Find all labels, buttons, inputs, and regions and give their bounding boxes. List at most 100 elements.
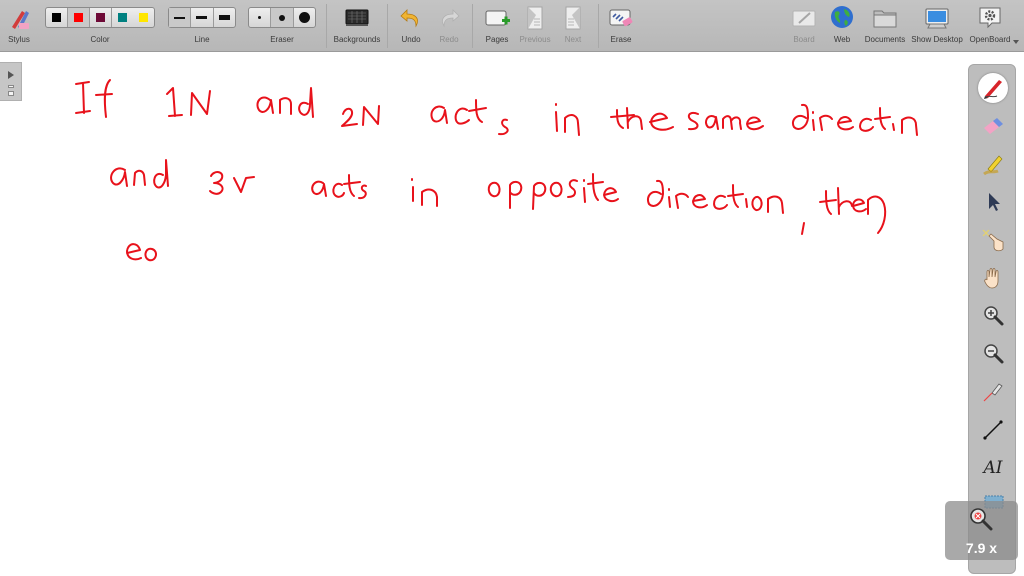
stylus-button[interactable]: Stylus <box>0 0 38 52</box>
line-thin-button[interactable] <box>169 8 192 27</box>
word-direction <box>792 103 918 136</box>
marker-tool-button[interactable] <box>978 149 1008 179</box>
toolbar-divider <box>326 4 327 48</box>
color-swatch-teal[interactable] <box>112 8 133 27</box>
backgrounds-icon <box>345 9 369 26</box>
color-swatch-red[interactable] <box>68 8 90 27</box>
zoom-in-tool-button[interactable] <box>978 301 1008 331</box>
page-thumbnail-icon <box>8 85 14 88</box>
zoom-magnifier-icon <box>970 508 993 531</box>
pages-button[interactable]: Pages <box>480 0 514 52</box>
thick-line-icon <box>218 15 230 20</box>
undo-button[interactable]: Undo <box>394 0 428 52</box>
board-canvas[interactable] <box>22 53 962 576</box>
text-tool-button[interactable]: AI <box>978 453 1008 483</box>
line-medium-button[interactable] <box>191 8 214 27</box>
line-tool-button[interactable] <box>978 415 1008 445</box>
folder-icon <box>873 10 897 28</box>
hand-tool-button[interactable] <box>978 263 1008 293</box>
eraser-medium-button[interactable] <box>271 8 294 27</box>
interact-tool-button[interactable] <box>978 225 1008 255</box>
web-label: Web <box>833 35 851 44</box>
word-if <box>75 79 113 118</box>
eraser-size-picker <box>248 7 316 28</box>
expand-arrow-icon <box>8 71 14 79</box>
gear-icon <box>979 7 1001 29</box>
small-dot-icon <box>258 16 262 19</box>
page-thumbnails-toggle[interactable] <box>0 62 22 101</box>
selector-tool-button[interactable] <box>978 187 1008 217</box>
color-swatch-black[interactable] <box>46 8 68 27</box>
redo-icon <box>442 9 460 28</box>
toolbar-divider <box>598 4 599 48</box>
word-3n <box>209 171 255 195</box>
erase-board-icon <box>609 9 633 27</box>
eraser-small-button[interactable] <box>249 8 272 27</box>
show-desktop-button[interactable]: Show Desktop <box>910 0 964 52</box>
word-and <box>256 87 314 118</box>
color-picker <box>45 7 155 28</box>
add-page-icon <box>485 10 510 26</box>
backgrounds-label: Backgrounds <box>333 35 381 44</box>
color-swatch-maroon[interactable] <box>90 8 112 27</box>
medium-line-icon <box>196 16 208 19</box>
eraser-large-button[interactable] <box>294 8 315 27</box>
word-opposite <box>487 173 619 210</box>
swatch-icon <box>139 13 148 22</box>
undo-icon <box>400 9 418 28</box>
stylus-label: Stylus <box>8 35 30 44</box>
word-in-2 <box>411 178 438 207</box>
redo-button[interactable]: Redo <box>432 0 466 52</box>
color-swatch-yellow[interactable] <box>133 8 154 27</box>
word-the <box>610 107 674 131</box>
word-same <box>687 111 764 131</box>
word-acts-2 <box>311 174 367 200</box>
handwriting-line-2 <box>555 103 918 136</box>
next-label: Next <box>564 35 582 44</box>
swatch-icon <box>118 13 127 22</box>
toolbar-divider <box>387 4 388 48</box>
word-in <box>555 103 580 136</box>
color-label: Color <box>90 35 110 44</box>
line-thick-button[interactable] <box>214 8 235 27</box>
zoom-level-indicator: 7.9 x <box>945 501 1018 560</box>
laser-pointer-tool-button[interactable] <box>978 377 1008 407</box>
zoom-out-tool-button[interactable] <box>978 339 1008 369</box>
zoom-out-icon <box>984 344 1004 364</box>
pen-tool-button[interactable] <box>978 73 1008 103</box>
line-group: Line <box>168 0 236 52</box>
pen-icon <box>984 80 1002 99</box>
stylus-icon <box>12 11 29 29</box>
backgrounds-button[interactable]: Backgrounds <box>330 0 384 52</box>
pages-label: Pages <box>485 35 509 44</box>
text-icon: AI <box>983 458 1003 478</box>
highlighter-icon <box>983 155 1003 176</box>
page-thumbnail-icon <box>8 91 14 96</box>
openboard-button[interactable]: OpenBoard <box>966 0 1014 52</box>
previous-label: Previous <box>519 35 551 44</box>
show-desktop-label: Show Desktop <box>911 35 963 44</box>
previous-page-icon <box>527 6 543 30</box>
eraser-tool-button[interactable] <box>978 111 1008 141</box>
hand-icon <box>984 268 999 289</box>
zoom-in-icon <box>984 306 1004 326</box>
web-button[interactable]: Web <box>826 0 858 52</box>
line-width-picker <box>168 7 236 28</box>
word-and-2 <box>110 159 169 189</box>
handwriting-layer <box>75 79 918 262</box>
documents-button[interactable]: Documents <box>862 0 908 52</box>
erase-label: Erase <box>610 35 632 44</box>
board-button[interactable]: Board <box>788 0 820 52</box>
thin-line-icon <box>174 16 186 19</box>
erase-board-button[interactable]: Erase <box>604 0 638 52</box>
eraser-icon <box>984 118 1003 134</box>
word-1n <box>166 87 211 117</box>
line-label: Line <box>194 35 210 44</box>
next-page-button[interactable]: Next <box>556 0 590 52</box>
handwriting-line-3 <box>110 159 887 235</box>
medium-dot-icon <box>278 14 285 21</box>
toolbar-overflow-chevron-icon[interactable] <box>1013 40 1019 44</box>
previous-page-button[interactable]: Previous <box>516 0 554 52</box>
handwriting-line-1 <box>75 79 509 136</box>
word-2n <box>341 105 380 127</box>
